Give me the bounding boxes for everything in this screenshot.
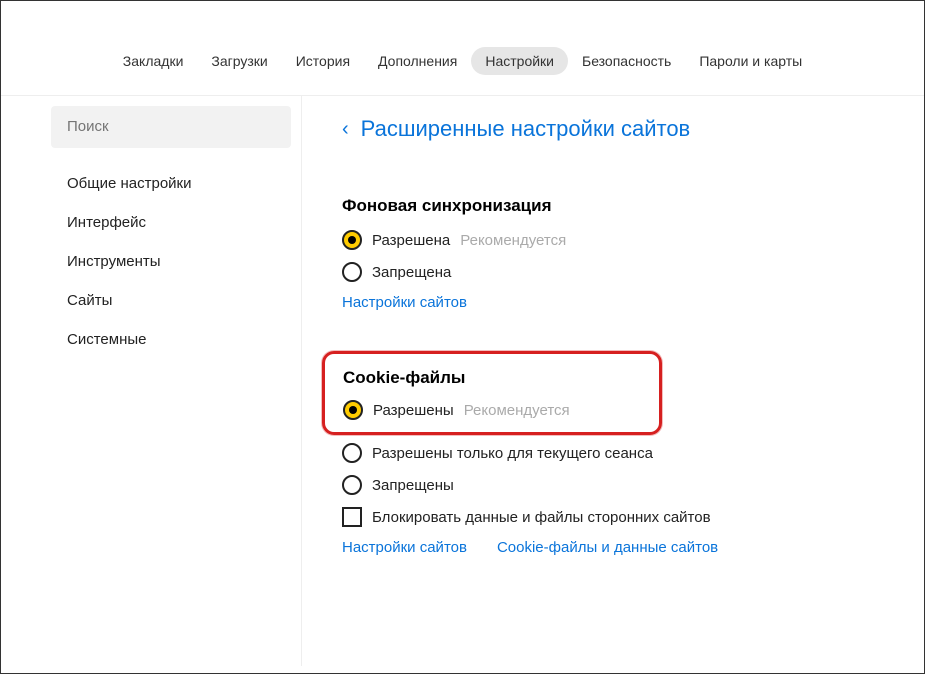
- highlight-box: Cookie-файлы Разрешены Рекомендуется: [322, 351, 662, 435]
- content-area: Общие настройки Интерфейс Инструменты Са…: [1, 96, 924, 666]
- bgsync-links: Настройки сайтов: [342, 294, 924, 311]
- nav-extensions[interactable]: Дополнения: [364, 47, 471, 75]
- option-hint: Рекомендуется: [464, 402, 570, 419]
- link-site-settings[interactable]: Настройки сайтов: [342, 539, 467, 556]
- nav-bookmarks[interactable]: Закладки: [109, 47, 198, 75]
- section-background-sync: Фоновая синхронизация Разрешена Рекоменд…: [342, 196, 924, 311]
- cookies-option-allowed[interactable]: Разрешены Рекомендуется: [343, 400, 641, 420]
- breadcrumb-title: Расширенные настройки сайтов: [361, 116, 691, 142]
- option-label: Запрещены: [372, 477, 454, 494]
- cookies-option-blocked[interactable]: Запрещены: [342, 475, 924, 495]
- option-label: Разрешены: [373, 402, 454, 419]
- search-box[interactable]: [51, 106, 291, 148]
- nav-history[interactable]: История: [282, 47, 364, 75]
- section-cookies: Cookie-файлы Разрешены Рекомендуется Раз…: [342, 351, 924, 556]
- radio-icon[interactable]: [342, 262, 362, 282]
- radio-icon[interactable]: [342, 475, 362, 495]
- nav-settings[interactable]: Настройки: [471, 47, 568, 75]
- option-label: Разрешена: [372, 232, 450, 249]
- cookies-links: Настройки сайтов Cookie-файлы и данные с…: [342, 539, 924, 556]
- top-nav: Закладки Загрузки История Дополнения Нас…: [1, 1, 924, 96]
- breadcrumb[interactable]: ‹ Расширенные настройки сайтов: [342, 116, 924, 142]
- sidebar-item-tools[interactable]: Инструменты: [51, 242, 291, 281]
- link-site-settings[interactable]: Настройки сайтов: [342, 294, 467, 311]
- radio-icon[interactable]: [342, 443, 362, 463]
- search-input[interactable]: [67, 118, 275, 135]
- nav-security[interactable]: Безопасность: [568, 47, 685, 75]
- checkbox-icon[interactable]: [342, 507, 362, 527]
- option-label: Разрешены только для текущего сеанса: [372, 445, 653, 462]
- sidebar-item-general[interactable]: Общие настройки: [51, 164, 291, 203]
- cookies-title: Cookie-файлы: [343, 368, 641, 388]
- bgsync-title: Фоновая синхронизация: [342, 196, 924, 216]
- option-label: Блокировать данные и файлы сторонних сай…: [372, 509, 711, 526]
- link-cookie-data[interactable]: Cookie-файлы и данные сайтов: [497, 539, 718, 556]
- nav-passwords[interactable]: Пароли и карты: [685, 47, 816, 75]
- cookies-option-session[interactable]: Разрешены только для текущего сеанса: [342, 443, 924, 463]
- radio-icon[interactable]: [342, 230, 362, 250]
- cookies-block-third-party[interactable]: Блокировать данные и файлы сторонних сай…: [342, 507, 924, 527]
- sidebar-item-system[interactable]: Системные: [51, 320, 291, 359]
- main-panel: ‹ Расширенные настройки сайтов Фоновая с…: [301, 96, 924, 666]
- nav-downloads[interactable]: Загрузки: [197, 47, 281, 75]
- radio-icon[interactable]: [343, 400, 363, 420]
- sidebar-item-interface[interactable]: Интерфейс: [51, 203, 291, 242]
- bgsync-option-blocked[interactable]: Запрещена: [342, 262, 924, 282]
- chevron-left-icon[interactable]: ‹: [342, 118, 349, 141]
- bgsync-option-allowed[interactable]: Разрешена Рекомендуется: [342, 230, 924, 250]
- sidebar-item-sites[interactable]: Сайты: [51, 281, 291, 320]
- option-hint: Рекомендуется: [460, 232, 566, 249]
- option-label: Запрещена: [372, 264, 451, 281]
- sidebar: Общие настройки Интерфейс Инструменты Са…: [51, 96, 301, 666]
